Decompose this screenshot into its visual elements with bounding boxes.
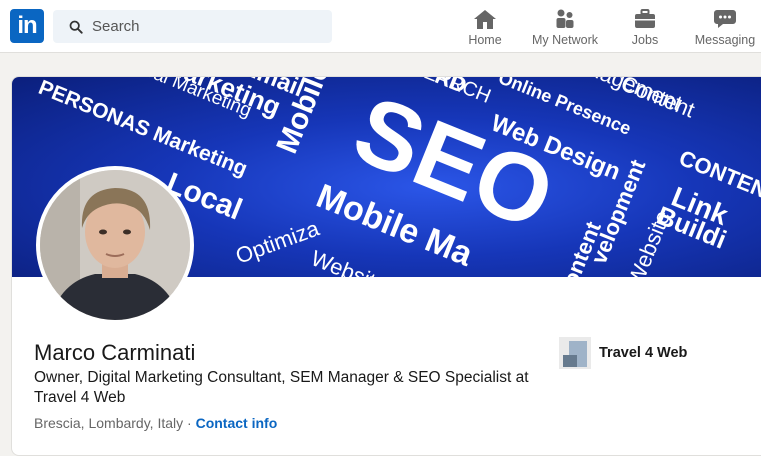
company-name: Travel 4 Web	[599, 345, 688, 361]
top-navigation-bar: in Home My Network Jobs Messaging	[0, 0, 761, 53]
contact-info-link[interactable]: Contact info	[196, 415, 278, 431]
nav-jobs[interactable]: Jobs	[625, 0, 665, 53]
nav-my-network-label: My Network	[532, 33, 598, 47]
company-logo	[559, 337, 591, 369]
location-separator: ·	[183, 415, 196, 431]
banner-word: Website	[622, 207, 675, 277]
network-icon	[556, 9, 574, 28]
profile-photo[interactable]	[36, 166, 194, 324]
nav-jobs-label: Jobs	[631, 33, 659, 47]
banner-word: Optimiza	[232, 215, 323, 268]
nav-home[interactable]: Home	[465, 0, 505, 53]
profile-location: Brescia, Lombardy, Italy	[34, 415, 184, 431]
profile-photo-image	[40, 170, 190, 320]
search-box[interactable]	[53, 10, 332, 43]
nav-my-network[interactable]: My Network	[527, 0, 603, 53]
search-icon	[69, 20, 83, 34]
briefcase-icon	[635, 9, 655, 28]
nav-home-label: Home	[468, 33, 502, 47]
messaging-icon	[714, 10, 736, 28]
banner-word: Website	[308, 245, 391, 277]
nav-messaging-label: Messaging	[694, 33, 756, 47]
search-input[interactable]	[92, 18, 312, 35]
profile-name: Marco Carminati	[34, 340, 196, 365]
profile-location-row: Brescia, Lombardy, Italy · Contact info	[34, 415, 277, 431]
home-icon	[474, 10, 496, 29]
current-company[interactable]: Travel 4 Web	[559, 337, 687, 369]
banner-word: Content	[618, 77, 699, 123]
linkedin-logo[interactable]: in	[10, 9, 44, 43]
nav-messaging[interactable]: Messaging	[691, 0, 759, 53]
profile-headline: Owner, Digital Marketing Consultant, SEM…	[34, 369, 529, 406]
